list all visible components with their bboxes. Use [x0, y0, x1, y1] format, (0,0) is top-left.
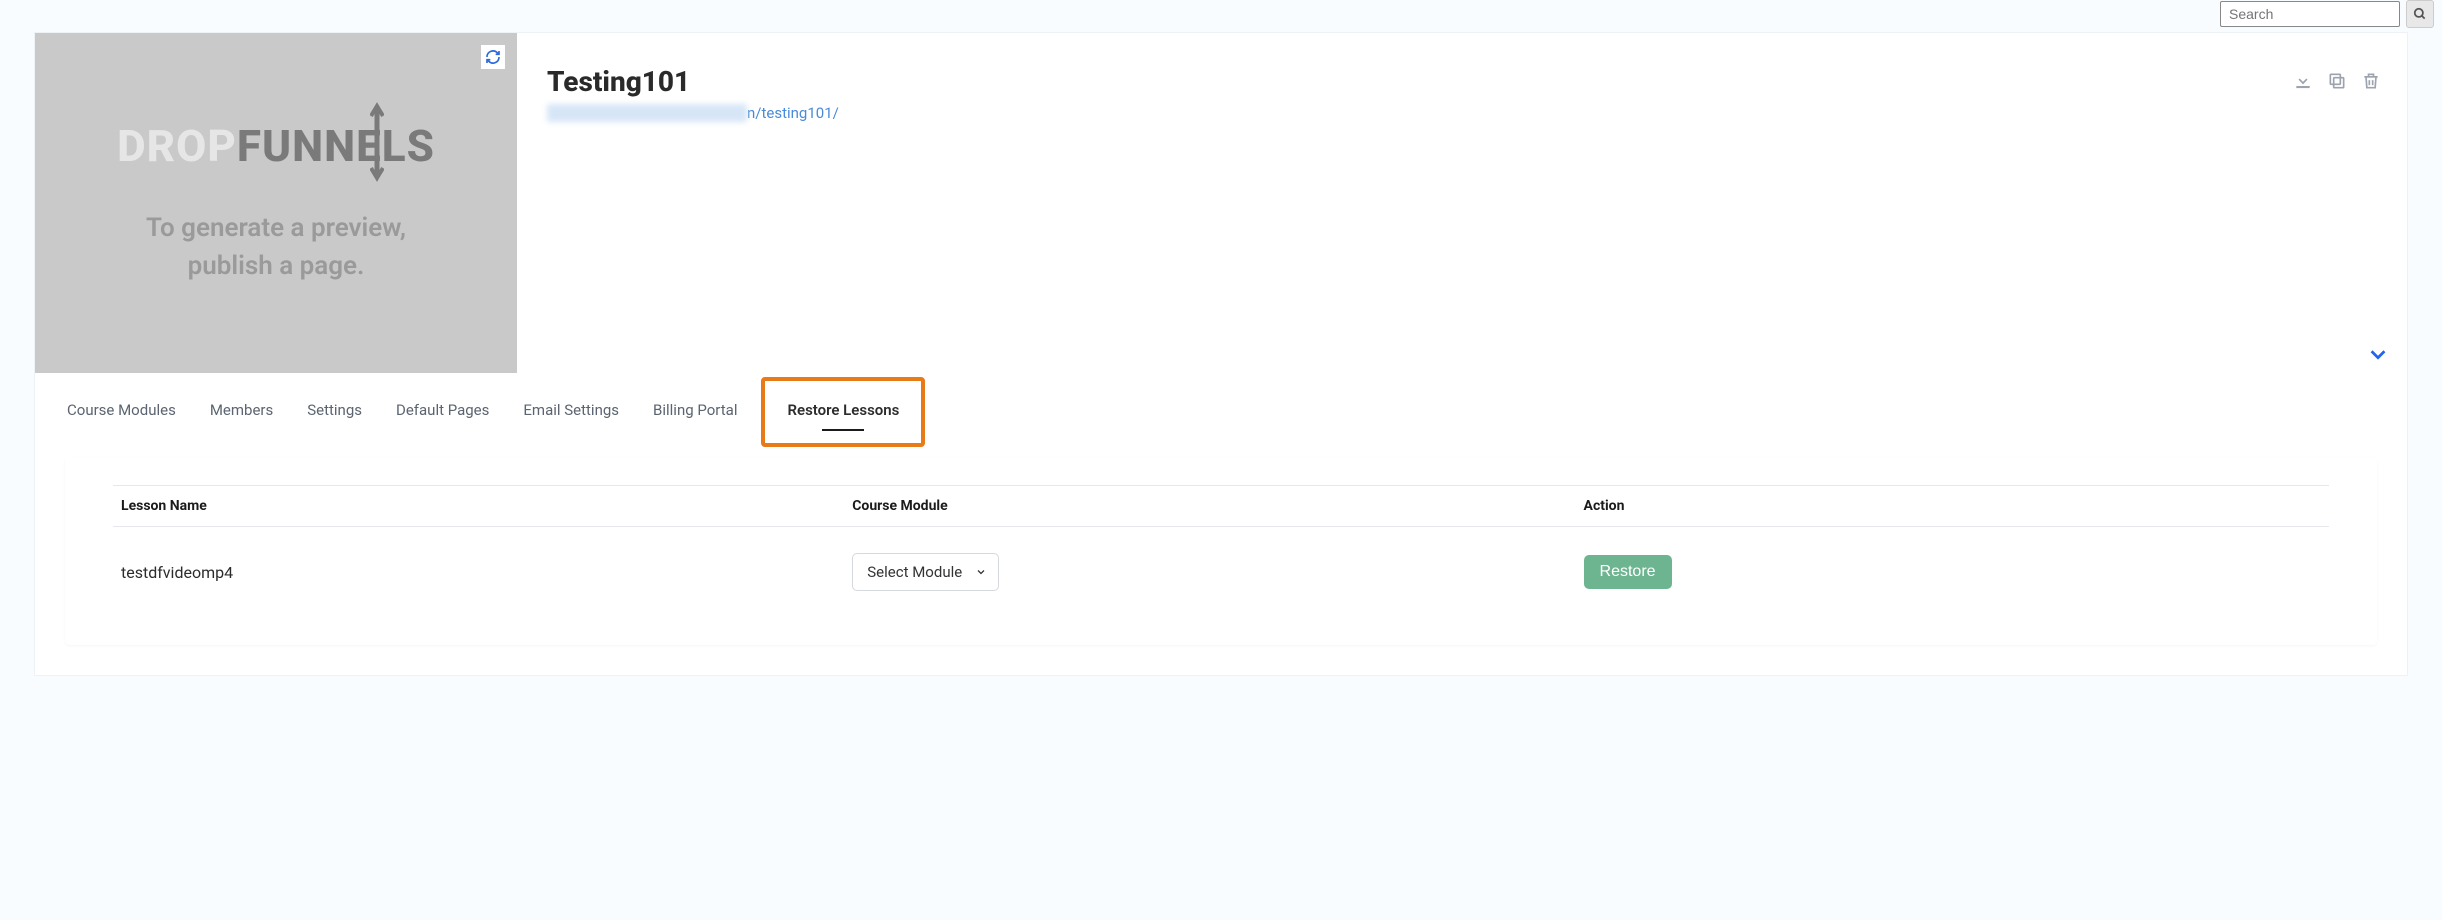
course-header: DROP FUNNELS To generate a preview, publ…	[35, 33, 2407, 373]
lessons-table: Lesson Name Course Module Action testdfv…	[113, 485, 2329, 617]
main-container: DROP FUNNELS To generate a preview, publ…	[34, 32, 2408, 676]
tab-settings[interactable]: Settings	[305, 397, 364, 427]
header-action: Action	[1576, 486, 2329, 527]
module-select[interactable]: Select Module	[852, 553, 999, 591]
copy-icon	[2327, 71, 2347, 91]
refresh-icon	[485, 49, 501, 65]
course-title-column: Testing101 n/testing101/	[547, 33, 2407, 122]
chevron-down-icon	[2367, 343, 2389, 365]
duplicate-button[interactable]	[2327, 71, 2347, 91]
tab-course-modules[interactable]: Course Modules	[65, 397, 178, 427]
module-select-cell: Select Module	[844, 527, 1575, 618]
preview-pane: DROP FUNNELS To generate a preview, publ…	[35, 33, 517, 373]
tab-restore-lessons[interactable]: Restore Lessons	[785, 397, 901, 427]
search-button[interactable]	[2406, 0, 2434, 28]
tab-billing-portal[interactable]: Billing Portal	[651, 397, 739, 427]
tab-members[interactable]: Members	[208, 397, 275, 427]
action-cell: Restore	[1576, 527, 2329, 618]
logo-drop-text: DROP	[117, 120, 237, 172]
table-header-row: Lesson Name Course Module Action	[113, 486, 2329, 527]
table-row: testdfvideomp4 Select Module Restore	[113, 527, 2329, 618]
lesson-name-cell: testdfvideomp4	[113, 527, 844, 618]
module-select-value: Select Module	[852, 553, 999, 591]
header-course-module: Course Module	[844, 486, 1575, 527]
preview-message: To generate a preview, publish a page.	[146, 210, 406, 285]
logo-arrow-icon	[370, 102, 384, 182]
course-url-suffix: n/testing101/	[747, 104, 839, 122]
top-bar	[0, 0, 2442, 32]
tab-email-settings[interactable]: Email Settings	[521, 397, 621, 427]
download-icon	[2293, 71, 2313, 91]
tab-restore-lessons-highlight: Restore Lessons	[761, 377, 925, 447]
header-lesson-name: Lesson Name	[113, 486, 844, 527]
preview-message-line1: To generate a preview,	[146, 210, 406, 248]
search-input[interactable]	[2220, 1, 2400, 27]
trash-icon	[2361, 71, 2381, 91]
restore-lessons-panel: Lesson Name Course Module Action testdfv…	[65, 457, 2377, 645]
refresh-preview-button[interactable]	[481, 45, 505, 69]
restore-button[interactable]: Restore	[1584, 555, 1672, 589]
course-url-row[interactable]: n/testing101/	[547, 104, 2407, 122]
download-button[interactable]	[2293, 71, 2313, 91]
delete-button[interactable]	[2361, 71, 2381, 91]
tab-default-pages[interactable]: Default Pages	[394, 397, 491, 427]
course-title: Testing101	[547, 65, 2407, 98]
preview-message-line2: publish a page.	[146, 248, 406, 286]
expand-toggle[interactable]	[2367, 343, 2389, 365]
course-url-redacted	[547, 104, 747, 122]
logo-funnels-text: FUNNELS	[237, 120, 435, 172]
tabs-row: Course Modules Members Settings Default …	[35, 373, 2407, 457]
search-icon	[2413, 7, 2427, 21]
preview-logo: DROP FUNNELS	[117, 120, 435, 172]
header-actions	[2293, 71, 2381, 91]
